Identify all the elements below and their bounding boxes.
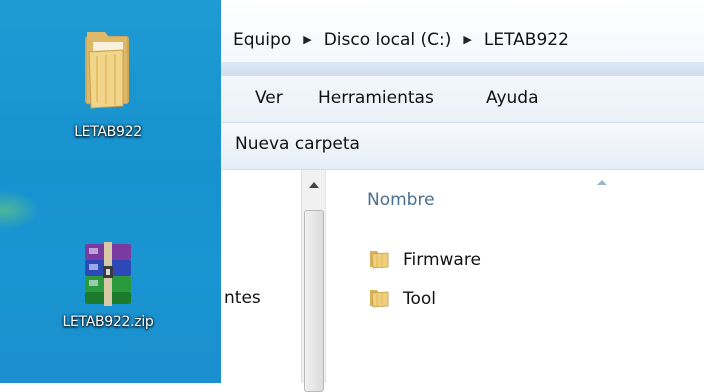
navigation-scrollbar[interactable]: [301, 170, 327, 392]
desktop-icon-label: LETAB922: [74, 124, 142, 140]
breadcrumb: Equipo ▶ Disco local (C:) ▶ LETAB922: [233, 30, 569, 50]
scroll-up-arrow-icon[interactable]: [302, 170, 326, 204]
folder-icon: [370, 290, 389, 308]
window-frame-band: [221, 62, 704, 76]
breadcrumb-item-disco-local[interactable]: Disco local (C:): [324, 30, 452, 50]
explorer-window: Equipo ▶ Disco local (C:) ▶ LETAB922 Ver Her…: [221, 0, 704, 392]
navigation-pane: ntes: [221, 170, 301, 383]
file-list: Nombre Firmware Tool: [333, 170, 704, 383]
breadcrumb-item-equipo[interactable]: Equipo: [233, 30, 291, 50]
new-folder-button[interactable]: Nueva carpeta: [235, 134, 360, 154]
desktop-icon-label: LETAB922.zip: [62, 314, 154, 330]
breadcrumb-item-letab922[interactable]: LETAB922: [484, 30, 569, 50]
menu-bar: Ver Herramientas Ayuda: [221, 76, 704, 123]
sort-arrow-icon: [597, 180, 607, 185]
breadcrumb-arrow-icon[interactable]: ▶: [303, 33, 311, 46]
folder-icon: [85, 32, 129, 109]
menu-ayuda[interactable]: Ayuda: [486, 88, 539, 108]
desktop-icon-folder[interactable]: LETAB922: [33, 20, 183, 140]
column-header-name[interactable]: Nombre: [367, 190, 435, 210]
desktop-icon-zip[interactable]: LETAB922.zip: [33, 238, 183, 330]
scroll-thumb[interactable]: [304, 210, 324, 392]
address-bar[interactable]: Equipo ▶ Disco local (C:) ▶ LETAB922: [221, 0, 704, 62]
winrar-archive-icon: [85, 242, 131, 306]
file-name: Firmware: [403, 250, 481, 270]
command-bar: Nueva carpeta: [221, 123, 704, 170]
file-name: Tool: [403, 289, 437, 309]
desktop-wallpaper-glow: [0, 190, 40, 230]
desktop-area: LETAB922 LETAB922.zip: [0, 0, 221, 383]
folder-icon: [370, 251, 389, 269]
menu-herramientas[interactable]: Herramientas: [318, 88, 434, 108]
breadcrumb-arrow-icon[interactable]: ▶: [463, 33, 471, 46]
nav-item-partial[interactable]: ntes: [224, 288, 261, 308]
menu-ver[interactable]: Ver: [255, 88, 283, 108]
